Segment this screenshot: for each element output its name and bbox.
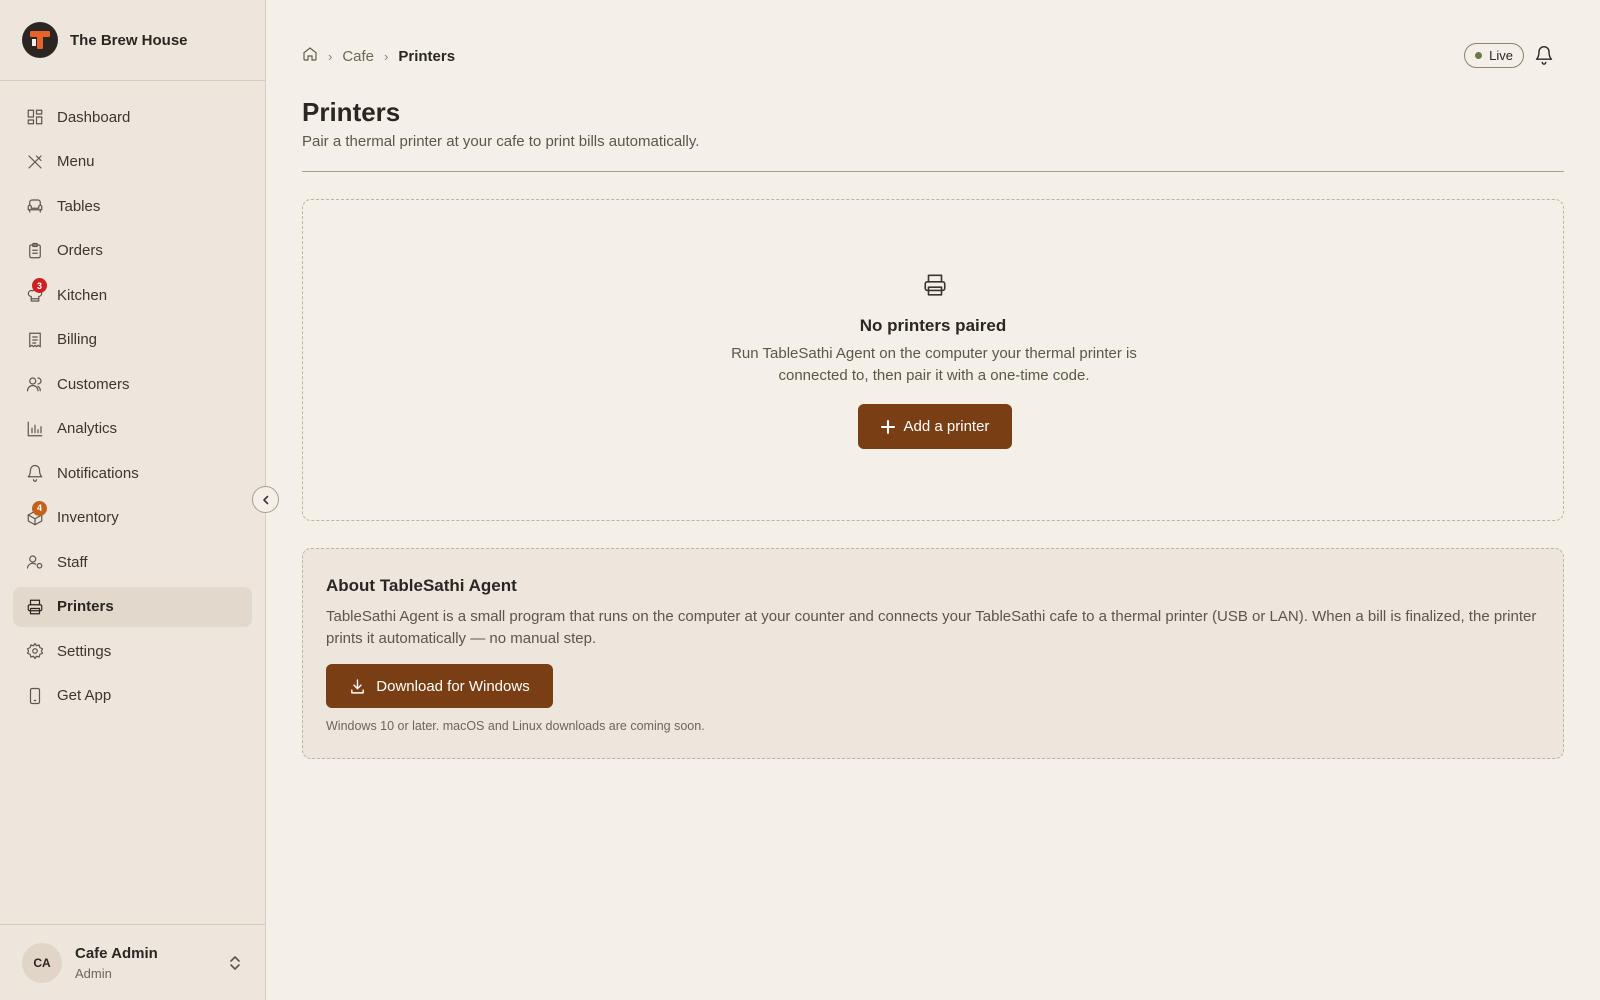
chevron-left-icon: [262, 495, 268, 504]
sidebar-item-label: Staff: [57, 553, 88, 571]
breadcrumb-printers: Printers: [398, 47, 456, 65]
sidebar-item-customers[interactable]: Customers: [13, 364, 252, 404]
sidebar-item-label: Kitchen: [57, 286, 108, 304]
home-icon[interactable]: [302, 46, 318, 66]
sidebar: The Brew House Dashboard Menu Tables Ord…: [0, 0, 266, 1000]
sidebar-item-label: Menu: [57, 153, 95, 170]
bell-icon: [26, 464, 44, 482]
plus-icon: [880, 419, 895, 434]
about-title: About TableSathi Agent: [326, 576, 517, 595]
sidebar-item-label: Get App: [57, 687, 112, 704]
gear-icon: [26, 642, 44, 660]
notifications-bell-icon[interactable]: [1534, 45, 1554, 65]
main-content: › Cafe › Printers Live Printers Pair a t…: [302, 0, 1564, 759]
download-label: Download for Windows: [376, 677, 530, 695]
sidebar-item-label: Orders: [57, 242, 103, 259]
about-agent-card: About TableSathi Agent TableSathi Agent …: [302, 548, 1564, 759]
download-icon: [351, 678, 365, 694]
user-info: Cafe Admin Admin: [75, 945, 158, 981]
empty-state-description: Run TableSathi Agent on the computer you…: [731, 345, 1137, 384]
sidebar-item-inventory[interactable]: 4 Inventory: [13, 498, 252, 538]
receipt-icon: [26, 331, 44, 349]
divider: [302, 171, 1564, 172]
sidebar-item-label: Settings: [57, 642, 112, 660]
brand-name: The Brew House: [70, 31, 188, 49]
clipboard-icon: [26, 242, 44, 260]
smartphone-icon: [26, 687, 44, 705]
user-menu[interactable]: CA Cafe Admin Admin: [0, 924, 265, 1000]
sidebar-item-label: Dashboard: [57, 108, 131, 126]
user-name: Cafe Admin: [75, 944, 158, 962]
topbar: › Cafe › Printers Live: [302, 0, 1564, 110]
sidebar-item-tables[interactable]: Tables: [13, 186, 252, 226]
sidebar-item-settings[interactable]: Settings: [13, 631, 252, 671]
status-dot: [1475, 52, 1483, 59]
printer-icon: [26, 598, 44, 616]
sidebar-collapse-button[interactable]: [252, 486, 279, 513]
breadcrumb-cafe[interactable]: Cafe: [342, 48, 374, 65]
page-title: Printers: [302, 97, 401, 127]
printer-icon: [924, 274, 946, 296]
breadcrumb: › Cafe › Printers: [302, 46, 455, 66]
status-badge: Live: [1464, 43, 1524, 68]
about-description: TableSathi Agent is a small program that…: [326, 608, 1537, 647]
sidebar-item-get-app[interactable]: Get App: [13, 676, 252, 716]
breadcrumb-separator: ›: [384, 48, 389, 64]
sidebar-item-dashboard[interactable]: Dashboard: [13, 97, 252, 137]
add-printer-button[interactable]: Add a printer: [858, 404, 1012, 449]
status-label: Live: [1489, 48, 1513, 63]
sidebar-item-label: Billing: [57, 331, 98, 348]
users-icon: [26, 375, 44, 393]
sidebar-item-label: Tables: [57, 197, 101, 215]
breadcrumb-separator: ›: [328, 48, 333, 64]
sidebar-item-analytics[interactable]: Analytics: [13, 409, 252, 449]
add-printer-label: Add a printer: [903, 418, 990, 435]
dashboard-icon: [26, 108, 44, 126]
chevrons-up-down-icon: [230, 956, 240, 970]
inventory-badge: 4: [32, 500, 47, 516]
sidebar-item-label: Inventory: [57, 509, 119, 526]
sidebar-item-billing[interactable]: Billing: [13, 320, 252, 360]
download-windows-button[interactable]: Download for Windows: [326, 664, 553, 708]
empty-state-card: No printers paired Run TableSathi Agent …: [302, 199, 1564, 521]
kitchen-badge: 3: [32, 278, 47, 293]
brand-header[interactable]: The Brew House: [0, 0, 265, 81]
sidebar-item-menu[interactable]: Menu: [13, 142, 252, 182]
sidebar-item-label: Analytics: [57, 420, 118, 437]
sidebar-item-label: Notifications: [57, 464, 139, 482]
bar-chart-icon: [26, 420, 44, 438]
sidebar-item-printers[interactable]: Printers: [13, 586, 252, 627]
brand-logo-icon: [22, 22, 58, 58]
sidebar-item-staff[interactable]: Staff: [13, 542, 252, 582]
page-subtitle: Pair a thermal printer at your cafe to p…: [302, 133, 700, 150]
sidebar-item-label: Customers: [57, 375, 130, 393]
user-cog-icon: [26, 553, 44, 571]
utensils-icon: [26, 153, 44, 171]
sidebar-item-notifications[interactable]: Notifications: [13, 453, 252, 493]
empty-state-title: No printers paired: [859, 316, 1007, 335]
avatar: CA: [22, 942, 62, 983]
sidebar-item-label: Printers: [57, 598, 114, 615]
user-role: Admin: [75, 965, 112, 981]
sidebar-item-orders[interactable]: Orders: [13, 231, 252, 271]
armchair-icon: [26, 197, 44, 215]
sidebar-item-kitchen[interactable]: 3 Kitchen: [13, 275, 252, 315]
about-note: Windows 10 or later. macOS and Linux dow…: [326, 719, 705, 733]
sidebar-nav: Dashboard Menu Tables Orders 3 Kitchen B…: [0, 81, 265, 716]
